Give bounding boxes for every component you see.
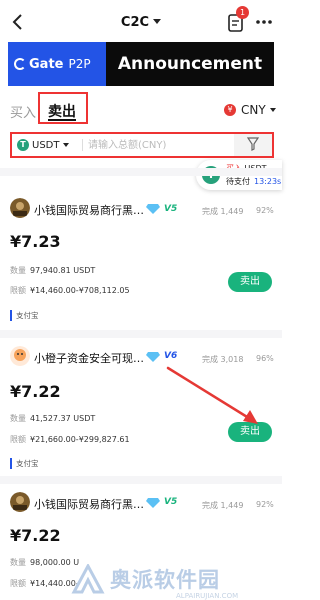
amount-input[interactable] <box>88 137 228 153</box>
section-divider <box>0 330 282 338</box>
tab-sell[interactable]: 卖出 <box>38 92 88 124</box>
gate-p2p-logo: Gate P2P <box>8 42 106 86</box>
watermark-icon <box>71 564 105 594</box>
divider <box>82 139 83 151</box>
diamond-icon <box>146 352 160 362</box>
completion-rate: 92% <box>256 500 274 509</box>
watermark-logo: 奥派软件园 ALPAIRUJIAN.COM <box>70 558 282 600</box>
filter-button[interactable] <box>234 134 272 156</box>
merchant-name[interactable]: 小钱国际贸易商行黑… <box>34 202 144 218</box>
section-divider <box>0 476 282 484</box>
nav-bar: C2C 1 <box>0 0 282 44</box>
price: ¥7.22 <box>10 526 61 545</box>
active-tab-underline <box>48 119 76 121</box>
order-count-badge: 1 <box>236 6 249 19</box>
announcement-banner[interactable]: Gate P2P Announcement <box>8 42 274 86</box>
listing-card: 小钱国际贸易商行黑… V5 完成 1,449 92% ¥7.23 数量 97,94… <box>0 176 282 338</box>
avatar <box>10 346 30 366</box>
sell-button[interactable]: 卖出 <box>228 422 272 442</box>
payment-method: 支付宝 <box>10 310 39 321</box>
gate-logo-icon <box>14 58 26 70</box>
tab-sell-label: 卖出 <box>48 104 76 120</box>
chevron-down-icon <box>63 143 70 147</box>
token-selector[interactable]: T USDT <box>17 139 70 151</box>
tab-buy[interactable]: 买入 <box>10 102 36 121</box>
banner-headline: Announcement <box>106 42 274 86</box>
chevron-down-icon <box>153 19 162 24</box>
trade-tabs: 买入 卖出 ¥ CNY <box>0 92 282 128</box>
cny-icon: ¥ <box>224 104 236 116</box>
diamond-icon <box>146 498 160 508</box>
more-icon[interactable] <box>254 14 274 30</box>
listing-card: 小橙子资金安全可现… V6 完成 3,018 96% ¥7.22 数量 41,52… <box>0 338 282 478</box>
currency-selector[interactable]: ¥ CNY <box>224 103 276 117</box>
payment-method: 支付宝 <box>10 458 39 469</box>
completion-rate: 96% <box>256 354 274 363</box>
merchant-name[interactable]: 小橙子资金安全可现… <box>34 350 144 366</box>
price: ¥7.22 <box>10 382 61 401</box>
sell-button[interactable]: 卖出 <box>228 272 272 292</box>
diamond-icon <box>146 204 160 214</box>
merchant-level-badge: V5 <box>164 204 178 214</box>
price: ¥7.23 <box>10 232 61 251</box>
section-divider <box>0 168 282 176</box>
filter-icon <box>246 137 260 151</box>
filter-bar: T USDT <box>10 132 274 158</box>
merchant-level-badge: V6 <box>164 351 178 361</box>
tether-icon: T <box>17 139 29 151</box>
completion-rate: 92% <box>256 206 274 215</box>
chevron-down-icon <box>269 108 276 112</box>
avatar <box>10 492 30 512</box>
merchant-level-badge: V5 <box>164 497 178 507</box>
avatar <box>10 198 30 218</box>
merchant-name[interactable]: 小钱国际贸易商行黑… <box>34 496 144 512</box>
